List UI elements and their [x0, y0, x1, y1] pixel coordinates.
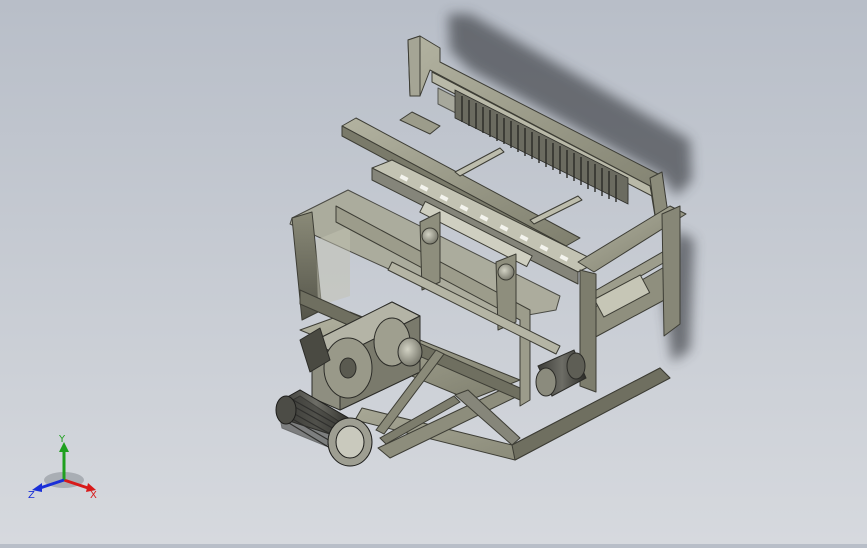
lower-motor [535, 349, 587, 397]
y-axis-label: Y [58, 434, 66, 445]
cad-model[interactable] [0, 0, 867, 544]
z-axis-label: Z [28, 490, 35, 501]
coordinate-triad: X Y Z [24, 428, 108, 508]
right-frame [577, 205, 687, 393]
graphics-viewport[interactable]: X Y Z [0, 0, 867, 544]
x-axis-label: X [90, 490, 97, 501]
